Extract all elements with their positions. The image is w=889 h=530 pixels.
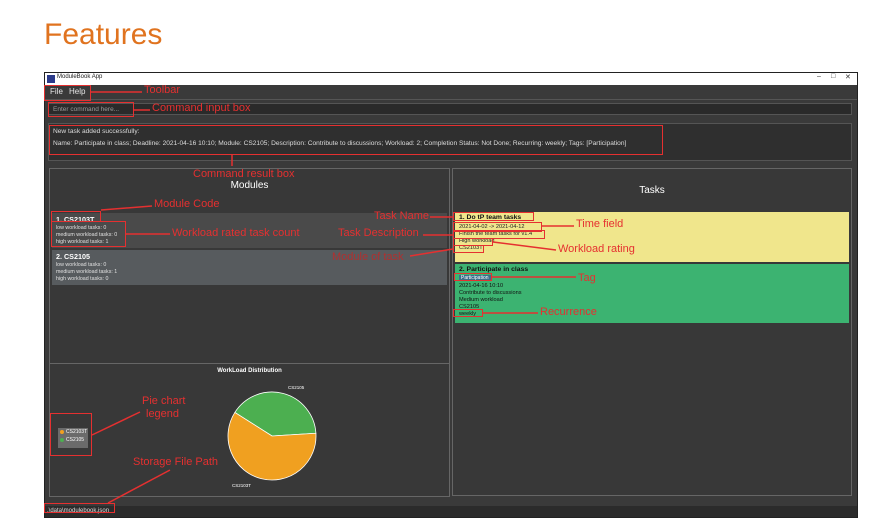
arrow-workload-rating xyxy=(492,241,557,251)
arrow-pie-legend xyxy=(91,411,141,436)
arrow-module-code xyxy=(100,205,153,211)
arrow-module-of-task xyxy=(409,248,454,257)
annotation-arrows xyxy=(91,91,576,504)
arrow-storage-path xyxy=(107,469,171,504)
